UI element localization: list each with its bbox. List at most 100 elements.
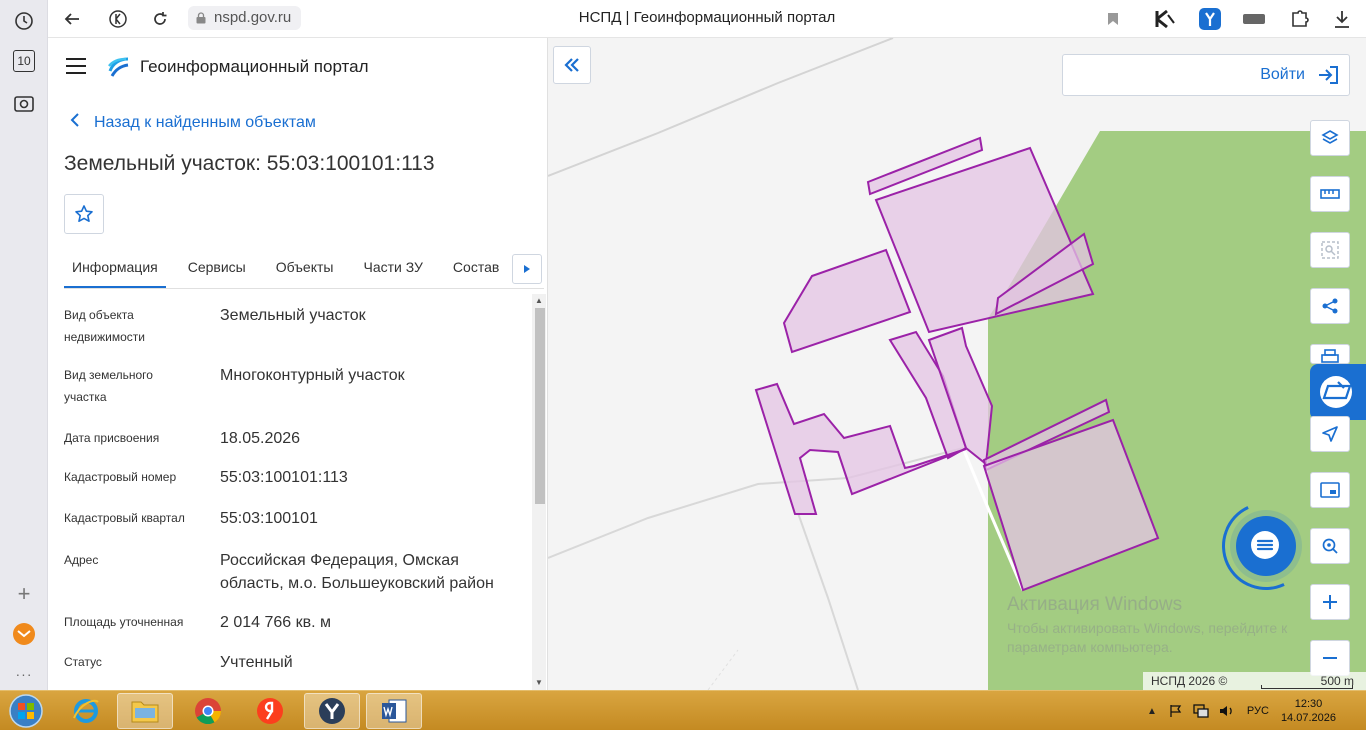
portal-title: Геоинформационный портал (140, 57, 369, 76)
tabs-counter: 10 (17, 54, 31, 68)
info-label: Вид земельного участка (64, 368, 153, 404)
favorite-button[interactable] (64, 194, 104, 234)
road (797, 512, 859, 690)
volume-icon[interactable] (1219, 704, 1235, 718)
copyright-text: НСПД 2026 © (1151, 674, 1228, 688)
info-label: Кадастровый квартал (64, 511, 185, 525)
minimap-button[interactable] (1310, 472, 1350, 508)
map-view[interactable] (548, 38, 1366, 690)
info-value: Земельный участок (220, 307, 366, 324)
extensions-icon[interactable] (1288, 7, 1312, 31)
extension-k-icon[interactable] (1153, 7, 1177, 31)
share-button[interactable] (1310, 288, 1350, 324)
login-icon (1319, 66, 1338, 84)
reload-icon[interactable] (148, 7, 172, 31)
info-label: Дата присвоения (64, 431, 160, 445)
print-button[interactable] (1310, 344, 1350, 364)
clock-date: 14.07.2026 (1280, 712, 1336, 724)
info-label: Кадастровый номер (64, 470, 177, 484)
location-search-icon (1322, 538, 1338, 554)
measure-button[interactable] (1310, 176, 1350, 212)
yandex-browser-icon (257, 698, 283, 724)
tab-composition[interactable]: Состав (445, 248, 507, 288)
mail-icon[interactable] (12, 622, 36, 646)
info-scrollbar[interactable]: ▲ ▼ (532, 294, 546, 690)
area-search-icon (1321, 241, 1339, 259)
taskbar-chrome[interactable] (180, 693, 236, 729)
back-arrow-icon[interactable] (60, 7, 84, 31)
taskbar-explorer[interactable] (117, 693, 173, 729)
scroll-thumb[interactable] (535, 308, 545, 504)
taskbar-yandex[interactable] (242, 693, 298, 729)
windows-taskbar: ▲ РУС 12:30 14.07.2026 (0, 690, 1366, 730)
login-button[interactable]: Войти (1062, 54, 1350, 96)
zoom-in-button[interactable] (1310, 584, 1350, 620)
add-panel-icon[interactable]: + (12, 581, 36, 606)
download-icon[interactable] (1330, 7, 1354, 31)
info-row: Вид земельного участка Многоконтурный уч… (64, 364, 524, 424)
system-clock[interactable]: 12:30 14.07.2026 (1281, 697, 1336, 725)
taskbar-yandex-active[interactable] (304, 693, 360, 729)
info-value: 55:03:100101:113 (220, 469, 348, 486)
tab-parts[interactable]: Части ЗУ (355, 248, 430, 288)
locate-button[interactable] (1310, 416, 1350, 452)
back-to-results-link[interactable]: Назад к найденным объектам (70, 113, 316, 132)
object-info-panel: Геоинформационный портал Назад к найденн… (48, 38, 548, 690)
scroll-up-icon[interactable]: ▲ (535, 296, 543, 305)
parcel-title: Земельный участок: 55:03:100101:113 (64, 152, 435, 175)
tab-objects[interactable]: Объекты (268, 248, 342, 288)
bookmark-icon[interactable] (1101, 7, 1125, 31)
map-folder-icon (1320, 376, 1352, 408)
screenshot-icon[interactable] (12, 91, 36, 115)
downloads-panel-icon[interactable] (1242, 7, 1266, 31)
tray-expand-icon[interactable]: ▲ (1147, 706, 1157, 717)
clock-time: 12:30 (1294, 698, 1323, 710)
more-icon[interactable]: ··· (12, 662, 36, 686)
select-area-button[interactable] (1310, 232, 1350, 268)
history-icon[interactable] (12, 9, 36, 33)
taskbar-word[interactable] (366, 693, 422, 729)
map-canvas (548, 38, 1366, 690)
search-location-button[interactable] (1310, 528, 1350, 564)
portal-logo-icon (108, 57, 129, 77)
info-label: Площадь уточненная (64, 615, 184, 629)
taskbar-ie[interactable] (58, 693, 114, 729)
internet-explorer-icon (73, 699, 99, 723)
scroll-down-icon[interactable]: ▼ (535, 678, 543, 687)
yandex-extension-icon[interactable] (1198, 7, 1222, 31)
info-label: Статус (64, 655, 102, 669)
address-bar[interactable]: nspd.gov.ru (188, 6, 302, 30)
caret-right-icon (524, 265, 530, 273)
collapse-panel-button[interactable] (553, 46, 591, 84)
start-button[interactable] (4, 693, 48, 729)
scale-label: 500 m (1320, 674, 1354, 688)
network-icon[interactable] (1193, 704, 1209, 718)
menu-icon[interactable] (66, 58, 86, 74)
yandex-logo-icon[interactable] (106, 7, 130, 31)
info-value: 18.05.2026 (220, 430, 301, 447)
info-value: 2 014 766 кв. м (220, 614, 332, 631)
info-row: Кадастровый квартал 55:03:100101 (64, 505, 524, 547)
language-indicator[interactable]: РУС (1247, 705, 1269, 717)
plus-icon (1323, 595, 1337, 609)
info-tabs: Информация Сервисы Объекты Части ЗУ Сост… (64, 248, 521, 288)
parcel-contour[interactable] (782, 248, 912, 354)
tabs-scroll-right-button[interactable] (512, 254, 542, 284)
url-text: nspd.gov.ru (214, 9, 292, 26)
info-row: Адрес Российская Федерация, Омская облас… (64, 547, 524, 611)
chat-button[interactable] (1236, 516, 1296, 576)
windows-logo-icon (9, 694, 43, 728)
layers-button[interactable] (1310, 120, 1350, 156)
map-assistant-button[interactable] (1310, 364, 1366, 420)
tabs-counter-icon[interactable]: 10 (13, 50, 35, 72)
browser-sidebar: 10 + ··· (0, 0, 48, 690)
folder-icon (131, 701, 159, 723)
printer-icon (1321, 349, 1339, 363)
tab-services[interactable]: Сервисы (180, 248, 254, 288)
tabs-divider (64, 288, 544, 289)
navigation-arrow-icon (1322, 426, 1338, 442)
flag-icon[interactable] (1169, 704, 1183, 718)
login-label: Войти (1260, 66, 1305, 83)
tab-information[interactable]: Информация (64, 248, 166, 288)
back-link-label: Назад к найденным объектам (94, 113, 316, 131)
